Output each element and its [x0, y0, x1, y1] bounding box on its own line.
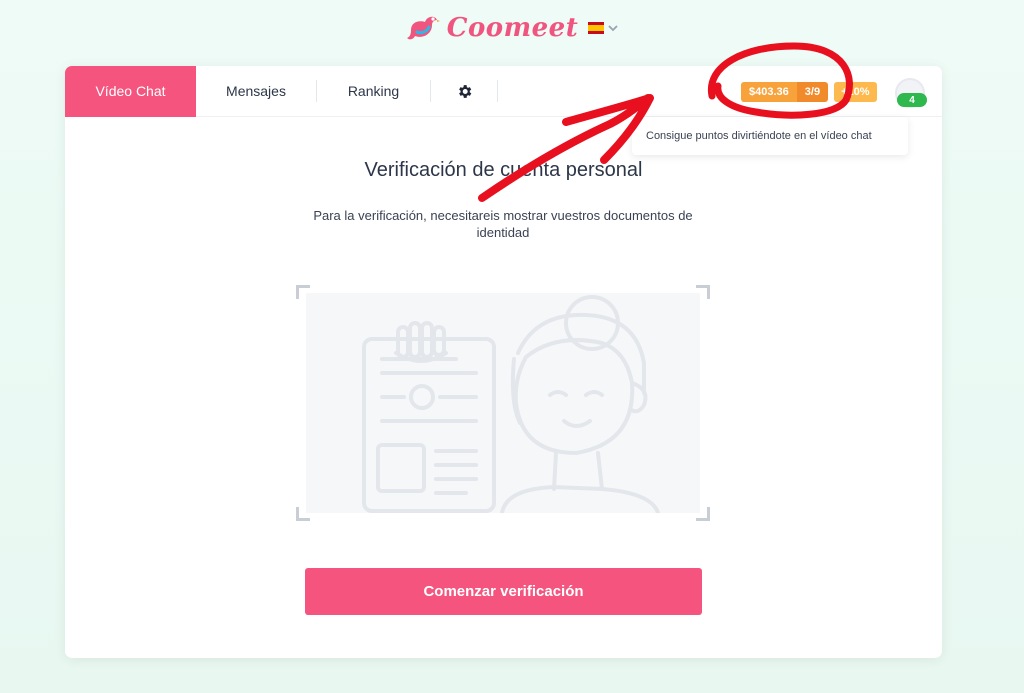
tab-mensajes[interactable]: Mensajes [196, 66, 316, 117]
points-tooltip: Consigue puntos divirtiéndote en el víde… [632, 117, 908, 155]
chevron-down-icon[interactable] [607, 23, 619, 33]
id-document-woman-illustration [362, 295, 660, 513]
balance-widget[interactable]: $403.36 3/9 +10% [741, 82, 877, 102]
verification-frame [296, 285, 710, 521]
tab-video-chat[interactable]: Vídeo Chat [65, 65, 196, 117]
spain-flag-icon[interactable] [588, 22, 605, 34]
top-bar: Coomeet [0, 0, 1024, 56]
verification-description: Para la verificación, necesitareis mostr… [313, 208, 693, 240]
nav-divider [497, 80, 498, 102]
tooltip-text: Consigue puntos divirtiéndote en el víde… [646, 130, 872, 142]
brand[interactable]: Coomeet [405, 12, 578, 44]
bird-logo-icon [406, 16, 440, 40]
page-title: Verificación de cuenta personal [364, 159, 643, 181]
bonus-badge[interactable]: +10% [834, 82, 877, 102]
main-card: Vídeo Chat Mensajes Ranking $403.36 3/9 … [65, 65, 942, 658]
level-badge: 4 [897, 93, 927, 107]
progress-badge[interactable]: 3/9 [796, 82, 829, 102]
gear-icon [458, 84, 471, 98]
start-verification-button[interactable]: Comenzar verificación [305, 568, 702, 615]
brand-name: Coomeet [446, 13, 579, 43]
balance-badge[interactable]: $403.36 [741, 82, 797, 102]
settings-button[interactable] [431, 66, 497, 117]
tab-ranking[interactable]: Ranking [317, 66, 430, 117]
